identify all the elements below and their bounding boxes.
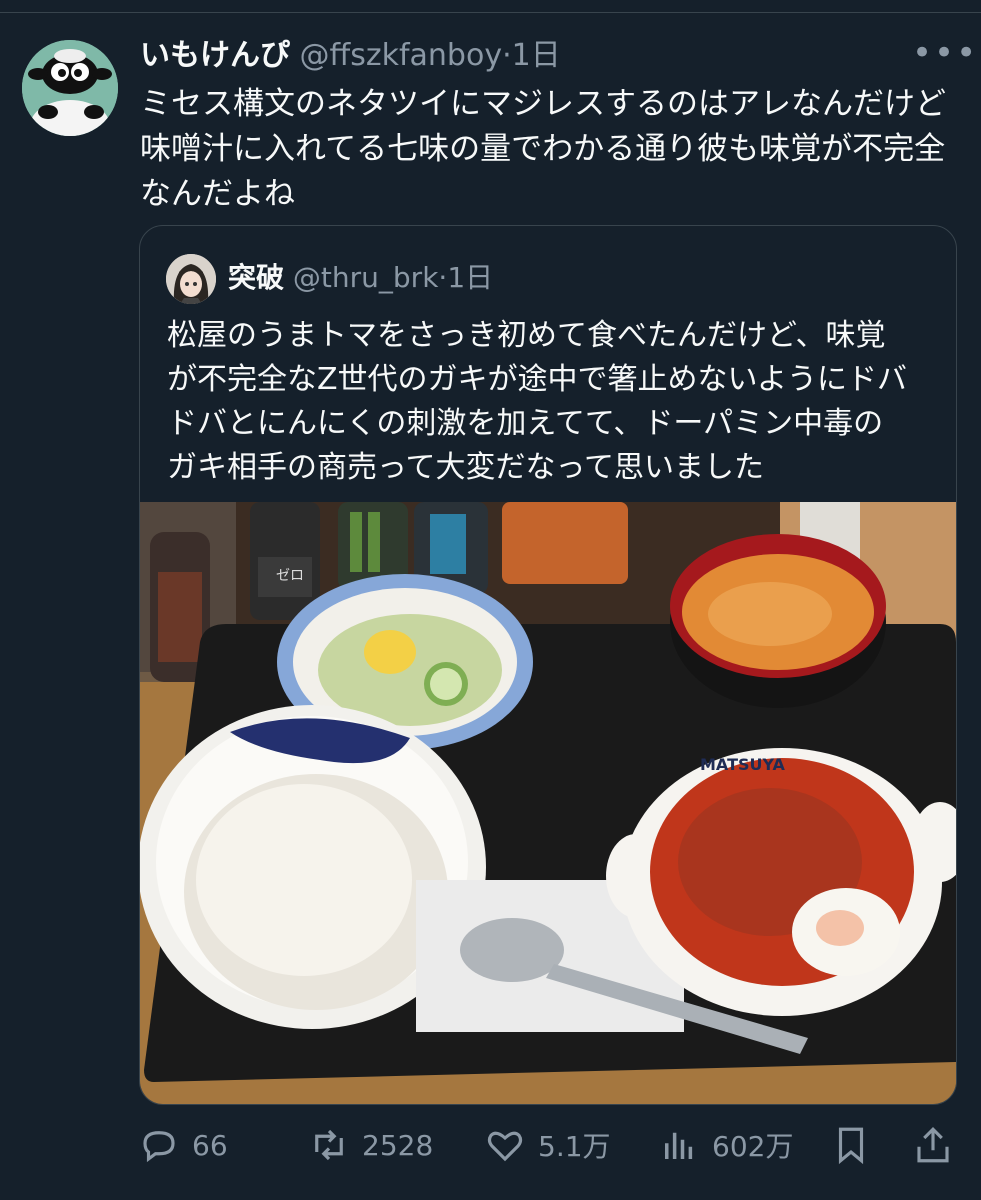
like-icon (487, 1131, 523, 1162)
reply-button[interactable]: 66 (138, 1115, 228, 1175)
author-handle[interactable]: @ffszkfanboy (300, 38, 503, 73)
author-display-name[interactable]: いもけんぴ (140, 38, 290, 73)
share-button[interactable] (912, 1115, 954, 1175)
tweet-actions-bar: 66 2528 5.1万 602万 (0, 1115, 981, 1175)
views-icon (665, 1132, 693, 1159)
food-tray-photo[interactable]: ゼロ MATSUYA (140, 502, 957, 1104)
author-avatar[interactable] (22, 40, 118, 136)
tweet-header: いもけんぴ @ffszkfanboy·1日 (140, 36, 561, 76)
quoted-tweet[interactable]: 突破 @thru_brk·1日 松屋のうまトマをさっき初めて食べたんだけど、味覚… (139, 225, 957, 1105)
quoted-author-avatar (166, 254, 216, 304)
reply-icon (143, 1131, 175, 1163)
top-divider (0, 12, 981, 13)
girl-avatar-icon (166, 254, 216, 304)
like-count: 5.1万 (538, 1130, 611, 1163)
views-count: 602万 (712, 1130, 794, 1163)
quoted-tweet-text: 松屋のうまトマをさっき初めて食べたんだけど、味覚 が不完全なZ世代のガキが途中で… (167, 318, 907, 485)
bottle-label: ゼロ (276, 568, 304, 584)
bookmark-button[interactable] (830, 1115, 872, 1175)
separator-dot: · (438, 261, 448, 294)
quoted-tweet-time[interactable]: 1日 (447, 261, 493, 294)
quoted-tweet-header: 突破 @thru_brk·1日 (228, 258, 493, 298)
more-icon[interactable]: ••• (912, 36, 976, 74)
like-button[interactable]: 5.1万 (484, 1115, 611, 1175)
sheep-avatar-icon (22, 40, 118, 136)
separator-dot: · (502, 38, 512, 73)
retweet-count: 2528 (362, 1128, 434, 1162)
quoted-author-handle[interactable]: @thru_brk (293, 261, 438, 294)
bowl-brand-text: MATSUYA (700, 755, 786, 774)
share-icon (917, 1127, 949, 1163)
bookmark-icon (838, 1127, 864, 1165)
reply-count: 66 (192, 1128, 228, 1162)
tweet-text: ミセス構文のネタツイにマジレスするのはアレなんだけど 味噌汁に入れてる七味の量で… (140, 86, 946, 212)
views-button[interactable]: 602万 (658, 1115, 793, 1175)
retweet-button[interactable]: 2528 (308, 1115, 433, 1175)
retweet-icon (315, 1129, 343, 1161)
quoted-author-display-name[interactable]: 突破 (228, 261, 284, 294)
tweet-time[interactable]: 1日 (512, 38, 561, 73)
